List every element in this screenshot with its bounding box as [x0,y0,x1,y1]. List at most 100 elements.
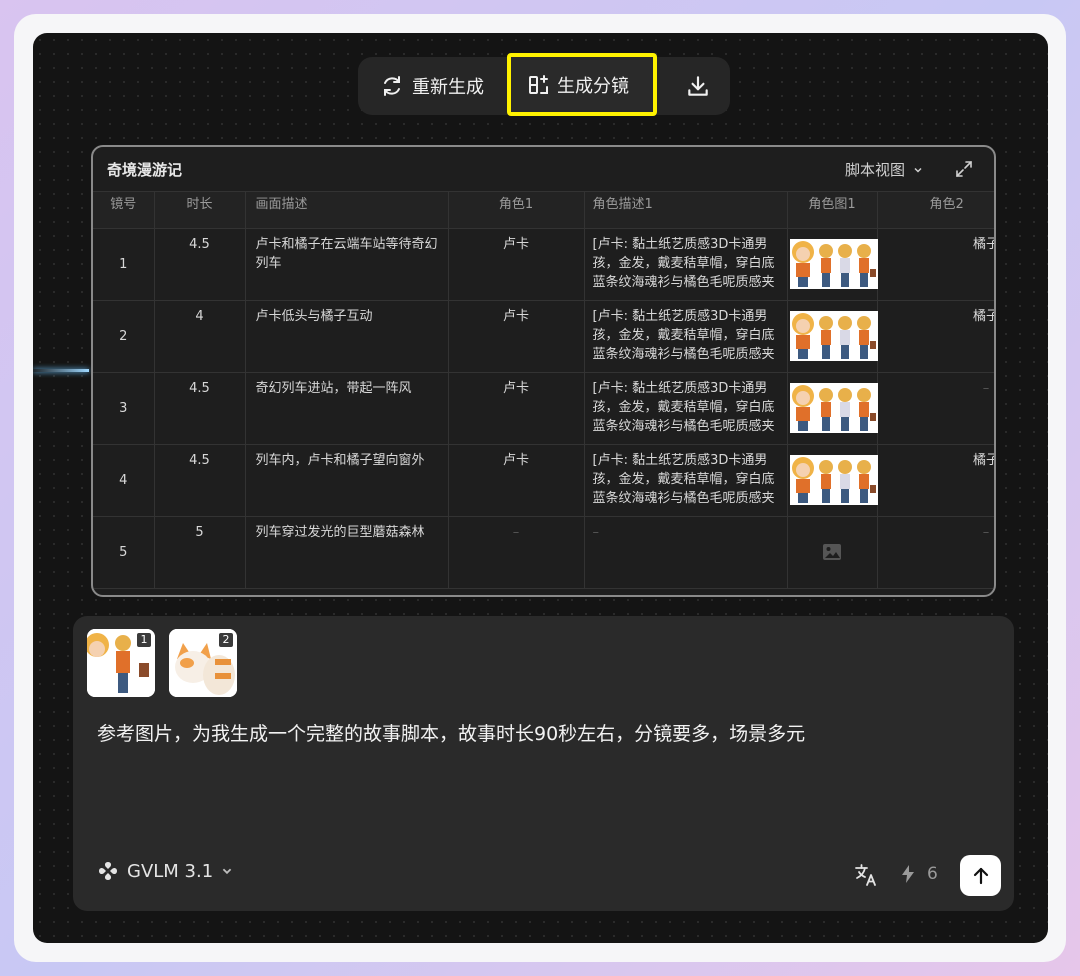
role1: 卢卡 [502,309,529,324]
scene-description: 卢卡和橘子在云端车站等待奇幻列车 [255,237,438,271]
model-selector[interactable]: GVLM 3.1 [97,860,233,882]
role1: 卢卡 [502,453,529,468]
role2: – [982,525,990,540]
reference-image-thumb-2[interactable]: 2 [169,629,237,697]
col-header: 角色图1 [787,191,878,229]
scene-description: 奇幻列车进站，带起一阵风 [255,381,412,396]
chevron-down-icon [914,167,922,173]
character-sheet-image [789,383,878,433]
prompt-composer: 1 2 参考图片，为我生成一个完整的故事脚本，故事时长90秒左右，分镜要多，场景… [73,616,1014,911]
view-label: 脚本视图 [845,161,906,179]
duration-cell: 4.5 [154,372,246,445]
role-desc-cell: [卢卡: 黏土纸艺质感3D卡通男孩，金发，戴麦秸草帽，穿白底蓝条纹海魂衫与橘色毛… [584,228,788,301]
lightning-icon [902,865,914,883]
image-index-badge: 2 [218,632,234,648]
shot-number: 4 [93,444,155,517]
storyboard-icon [529,74,548,94]
role-image-cell[interactable] [787,372,878,445]
shot-number: 5 [93,516,155,589]
desc-cell: 卢卡低头与橘子互动 [245,300,449,373]
script-table: 镜号 时长 画面描述 角色1 角色描述1 角色图1 角色2 1 4.5 卢卡和橘… [93,191,994,589]
desc-cell: 列车内，卢卡和橘子望向窗外 [245,444,449,517]
col-header: 角色描述1 [584,191,788,229]
role-cell: – [877,372,994,445]
panel-title: 奇境漫游记 [107,161,183,179]
role2: 橘子 [972,453,994,468]
desc-cell: 卢卡和橘子在云端车站等待奇幻列车 [245,228,449,301]
table-row[interactable]: 3 4.5 奇幻列车进站，带起一阵风 卢卡 [卢卡: 黏土纸艺质感3D卡通男孩，… [93,372,994,445]
desc-cell: 列车穿过发光的巨型蘑菇森林 [245,516,449,589]
duration: 5 [195,525,204,540]
canvas: 重新生成 生成分镜 奇境漫游记 脚本视图 镜号 时长 画面描述 角色1 角色描述… [33,33,1048,943]
col-header: 角色2 [877,191,994,229]
scene-description: 列车穿过发光的巨型蘑菇森林 [255,525,425,540]
duration-cell: 5 [154,516,246,589]
role-image-cell[interactable] [787,444,878,517]
col-header: 角色1 [448,191,585,229]
role-cell: – [877,516,994,589]
table-row[interactable]: 1 4.5 卢卡和橘子在云端车站等待奇幻列车 卢卡 [卢卡: 黏土纸艺质感3D卡… [93,228,994,301]
role-desc-cell: [卢卡: 黏土纸艺质感3D卡通男孩，金发，戴麦秸草帽，穿白底蓝条纹海魂衫与橘色毛… [584,372,788,445]
character-sheet-image [789,239,878,289]
regenerate-button[interactable]: 重新生成 [380,57,484,115]
duration: 4.5 [189,381,210,396]
storyboard-label: 生成分镜 [557,75,629,97]
role-desc-cell: [卢卡: 黏土纸艺质感3D卡通男孩，金发，戴麦秸草帽，穿白底蓝条纹海魂衫与橘色毛… [584,444,788,517]
toolbar: 重新生成 生成分镜 [358,53,730,116]
role-cell: – [448,516,585,589]
col-header: 时长 [154,191,246,229]
role1: 卢卡 [502,381,529,396]
role-cell: 卢卡 [448,372,585,445]
panel-header: 奇境漫游记 脚本视图 [93,147,994,191]
duration-cell: 4.5 [154,228,246,301]
role-cell: 橘子 [877,228,994,301]
duration-cell: 4 [154,300,246,373]
role-image-cell[interactable] [787,516,878,589]
role-description: [卢卡: 黏土纸艺质感3D卡通男孩，金发，戴麦秸草帽，穿白底蓝条纹海魂衫与橘色毛… [592,381,775,434]
shot-number: 3 [93,372,155,445]
role-cell: 卢卡 [448,300,585,373]
duration: 4.5 [189,453,210,468]
role-image-cell[interactable] [787,300,878,373]
image-placeholder-icon [823,544,841,560]
reference-image-thumb-1[interactable]: 1 [87,629,155,697]
role-description: [卢卡: 黏土纸艺质感3D卡通男孩，金发，戴麦秸草帽，穿白底蓝条纹海魂衫与橘色毛… [592,237,775,290]
view-selector[interactable]: 脚本视图 [845,159,923,180]
table-row[interactable]: 5 5 列车穿过发光的巨型蘑菇森林 – – – [93,516,994,589]
table-header-row: 镜号 时长 画面描述 角色1 角色描述1 角色图1 角色2 [93,191,994,229]
role-desc-cell: [卢卡: 黏土纸艺质感3D卡通男孩，金发，戴麦秸草帽，穿白底蓝条纹海魂衫与橘色毛… [584,300,788,373]
duration: 4.5 [189,237,210,252]
translate-icon[interactable] [853,862,879,888]
table-row[interactable]: 2 4 卢卡低头与橘子互动 卢卡 [卢卡: 黏土纸艺质感3D卡通男孩，金发，戴麦… [93,300,994,373]
col-header: 画面描述 [245,191,449,229]
role-description: [卢卡: 黏土纸艺质感3D卡通男孩，金发，戴麦秸草帽，穿白底蓝条纹海魂衫与橘色毛… [592,453,775,506]
character-sheet-image [789,311,878,361]
role2: 橘子 [972,237,994,252]
character-sheet-image [789,455,878,505]
desc-cell: 奇幻列车进站，带起一阵风 [245,372,449,445]
chevron-down-icon [222,868,232,875]
model-logo-icon [99,862,117,880]
role-cell: 卢卡 [448,228,585,301]
col-header: 镜号 [93,191,155,229]
expand-icon[interactable] [954,159,974,179]
shot-number: 1 [93,228,155,301]
prompt-input[interactable]: 参考图片，为我生成一个完整的故事脚本，故事时长90秒左右，分镜要多，场景多元 [97,720,977,748]
role1: – [512,525,520,540]
scene-description: 列车内，卢卡和橘子望向窗外 [255,453,425,468]
role-cell: 橘子 [877,444,994,517]
role-desc-cell: – [584,516,788,589]
credit-cost: 6 [901,864,938,884]
role-cell: 卢卡 [448,444,585,517]
download-button[interactable] [685,57,711,115]
generate-storyboard-button[interactable]: 生成分镜 [507,53,657,116]
table-row[interactable]: 4 4.5 列车内，卢卡和橘子望向窗外 卢卡 [卢卡: 黏土纸艺质感3D卡通男孩… [93,444,994,517]
role-image-cell[interactable] [787,228,878,301]
duration: 4 [195,309,204,324]
model-name: GVLM 3.1 [127,860,214,882]
credit-count: 6 [927,864,938,884]
send-button[interactable] [960,855,1001,896]
image-index-badge: 1 [136,632,152,648]
role1: 卢卡 [502,237,529,252]
refresh-icon [384,76,400,96]
